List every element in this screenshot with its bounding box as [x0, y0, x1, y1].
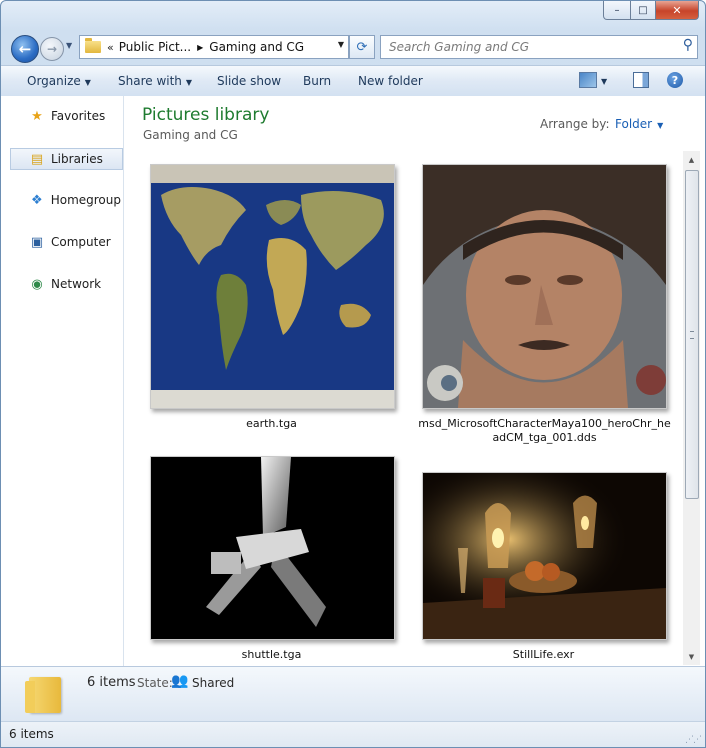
navigation-bar: ← → ▼ « Public Pict... ▶ Gaming and CG ▼… — [1, 31, 705, 63]
maximize-icon: □ — [638, 4, 648, 16]
back-arrow-icon: ← — [18, 40, 32, 58]
breadcrumb-public-pictures[interactable]: Public Pict... — [119, 40, 191, 54]
close-button[interactable]: ✕ — [656, 1, 699, 20]
minimize-icon: – — [614, 4, 620, 16]
forward-button[interactable]: → — [40, 37, 64, 61]
network-icon: ◉ — [31, 276, 43, 292]
close-icon: ✕ — [672, 3, 682, 17]
view-options-dropdown[interactable]: ▼ — [601, 77, 607, 86]
resize-grip-icon[interactable]: ⋰⋰ — [685, 735, 702, 745]
breadcrumb-gaming-and-cg[interactable]: Gaming and CG — [209, 40, 304, 54]
thumbnail-still-life[interactable] — [422, 472, 667, 640]
sidebar-item-label: Network — [51, 277, 102, 291]
libraries-icon: ▤ — [30, 151, 44, 167]
folder-icon — [85, 38, 101, 53]
thumbnail-earth[interactable] — [150, 164, 395, 409]
arrange-by-value: Folder — [615, 117, 653, 131]
chevron-down-icon: ▼ — [84, 78, 91, 87]
file-name-shuttle[interactable]: shuttle.tga — [150, 648, 393, 662]
slide-show-button[interactable]: Slide show — [217, 74, 281, 88]
forward-arrow-icon: → — [46, 42, 58, 56]
sidebar-item-label: Computer — [51, 235, 111, 249]
thumbnail-hero-head[interactable] — [422, 164, 667, 409]
homegroup-icon: ❖ — [31, 192, 43, 208]
organize-label: Organize — [27, 74, 81, 88]
arrange-by-dropdown[interactable]: Folder ▼ — [615, 117, 663, 131]
star-icon: ★ — [31, 108, 43, 124]
scrollbar-grip-icon — [690, 331, 694, 339]
scroll-down-icon[interactable]: ▼ — [683, 648, 700, 665]
command-bar: Organize ▼ Share with ▼ Slide show Burn Ne… — [1, 65, 705, 97]
face-texture-image — [423, 165, 666, 408]
change-view-icon[interactable] — [579, 72, 597, 88]
sidebar-item-computer[interactable]: ▣ Computer — [11, 232, 121, 252]
maximize-button[interactable]: □ — [631, 1, 656, 20]
recent-pages-button[interactable]: ▼ — [66, 41, 72, 50]
sidebar-item-favorites[interactable]: ★ Favorites — [11, 106, 121, 126]
organize-button[interactable]: Organize ▼ — [27, 74, 91, 88]
minimize-button[interactable]: – — [603, 1, 631, 20]
title-bar[interactable]: – □ ✕ — [1, 1, 705, 27]
details-pane: 6 items State: 👥 Shared — [1, 666, 705, 721]
new-folder-button[interactable]: New folder — [358, 74, 423, 88]
sidebar-item-libraries[interactable]: ▤ Libraries — [10, 148, 123, 170]
file-list-pane: Pictures library Gaming and CG Arrange b… — [124, 96, 705, 666]
status-item-count: 6 items — [9, 727, 54, 741]
breadcrumb-arrow-icon[interactable]: ▶ — [197, 43, 203, 52]
share-with-label: Share with — [118, 74, 182, 88]
shared-users-icon: 👥 — [171, 673, 189, 689]
library-subtitle: Gaming and CG — [143, 128, 238, 142]
vertical-scrollbar[interactable]: ▲ ▼ — [683, 151, 700, 665]
computer-icon: ▣ — [30, 234, 44, 250]
search-icon[interactable]: ⚲ — [683, 37, 693, 53]
details-item-count: 6 items — [87, 675, 136, 690]
refresh-icon: ⟳ — [356, 39, 368, 55]
breadcrumb-overflow[interactable]: « — [107, 41, 114, 54]
window-controls: – □ ✕ — [603, 1, 699, 20]
shuttle-render-image — [151, 457, 394, 639]
preview-pane-icon[interactable] — [633, 72, 649, 88]
refresh-button[interactable]: ⟳ — [349, 35, 375, 59]
thumbnail-shuttle[interactable] — [150, 456, 395, 640]
back-button[interactable]: ← — [11, 35, 39, 63]
navigation-pane: ★ Favorites ▤ Libraries ❖ Homegroup ▣ Co… — [1, 96, 124, 666]
chevron-down-icon: ▼ — [185, 78, 193, 87]
chevron-down-icon: ▼ — [66, 41, 73, 50]
address-dropdown-icon[interactable]: ▼ — [338, 40, 344, 49]
address-bar[interactable]: « Public Pict... ▶ Gaming and CG ▼ — [79, 35, 349, 59]
file-name-still-life[interactable]: StillLife.exr — [422, 648, 665, 662]
world-map-image — [151, 165, 394, 408]
still-life-image — [423, 473, 666, 639]
chevron-down-icon: ▼ — [657, 121, 664, 130]
sidebar-item-network[interactable]: ◉ Network — [11, 274, 121, 294]
sidebar-item-label: Libraries — [51, 152, 103, 166]
details-state-label: State: — [137, 676, 173, 690]
burn-button[interactable]: Burn — [303, 74, 331, 88]
library-title: Pictures library — [142, 105, 270, 125]
details-state-value: Shared — [192, 676, 235, 690]
search-box[interactable]: ⚲ — [380, 35, 698, 59]
arrange-by-label: Arrange by: — [540, 117, 610, 131]
explorer-window: – □ ✕ ← → ▼ « Public Pict... ▶ Gaming an… — [0, 0, 706, 748]
sidebar-item-label: Favorites — [51, 109, 106, 123]
status-bar: 6 items ⋰⋰ — [1, 721, 705, 747]
share-with-button[interactable]: Share with ▼ — [118, 74, 192, 88]
sidebar-item-homegroup[interactable]: ❖ Homegroup — [11, 190, 121, 210]
scrollbar-thumb[interactable] — [685, 170, 699, 499]
help-icon[interactable]: ? — [667, 72, 683, 88]
sidebar-item-label: Homegroup — [50, 193, 121, 207]
search-input[interactable] — [387, 36, 671, 58]
scroll-up-icon[interactable]: ▲ — [683, 151, 700, 168]
file-name-earth[interactable]: earth.tga — [150, 417, 393, 431]
folder-icon — [25, 677, 61, 713]
file-name-hero-head[interactable]: msd_MicrosoftCharacterMaya100_heroChr_he… — [416, 417, 673, 445]
